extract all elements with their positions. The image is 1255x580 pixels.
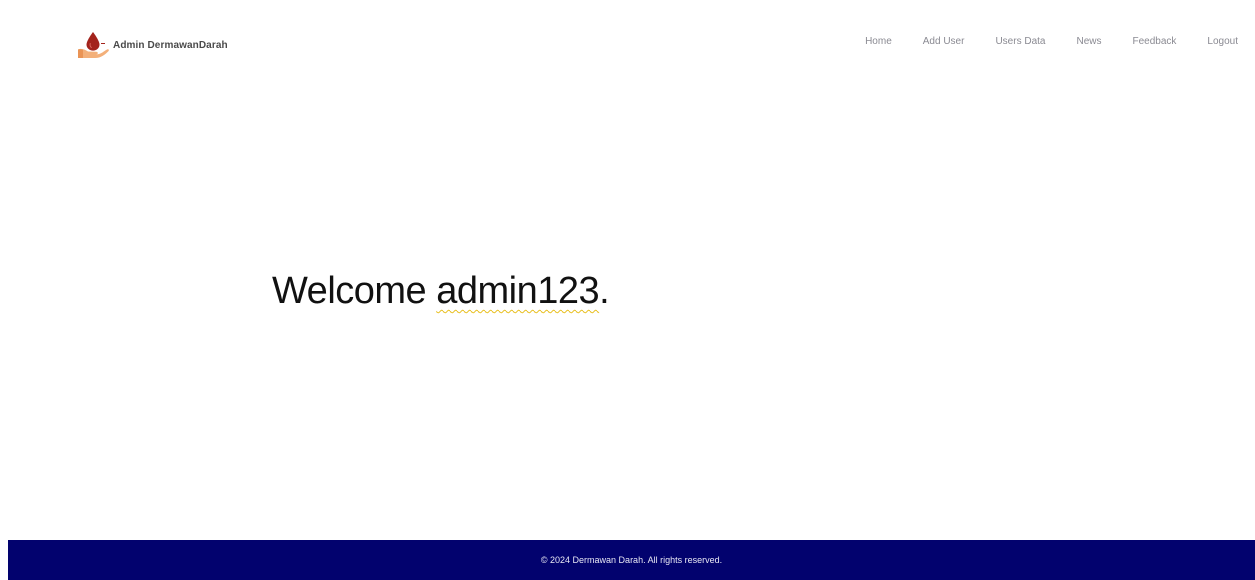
welcome-heading: Welcome admin123. [272,267,610,315]
nav-link-feedback[interactable]: Feedback [1132,36,1176,47]
nav-link-users-data[interactable]: Users Data [995,36,1045,47]
navbar: Admin DermawanDarah Home Add User Users … [0,0,1255,84]
welcome-username: admin123 [436,270,600,312]
main-content: Welcome admin123. [0,84,1255,540]
brand-link[interactable]: Admin DermawanDarah [76,30,228,60]
nav-menu: Home Add User Users Data News Feedback L… [865,36,1238,47]
brand-name: Admin DermawanDarah [113,39,228,51]
nav-link-logout[interactable]: Logout [1207,36,1238,47]
footer: © 2024 Dermawan Darah. All rights reserv… [8,540,1255,580]
nav-link-news[interactable]: News [1076,36,1101,47]
welcome-prefix: Welcome [272,270,437,312]
page: Admin DermawanDarah Home Add User Users … [0,0,1255,580]
welcome-suffix: . [599,270,610,312]
blood-drop-hand-icon [76,30,110,60]
nav-link-add-user[interactable]: Add User [923,36,965,47]
nav-link-home[interactable]: Home [865,36,892,47]
copyright-text: © 2024 Dermawan Darah. All rights reserv… [540,555,723,565]
